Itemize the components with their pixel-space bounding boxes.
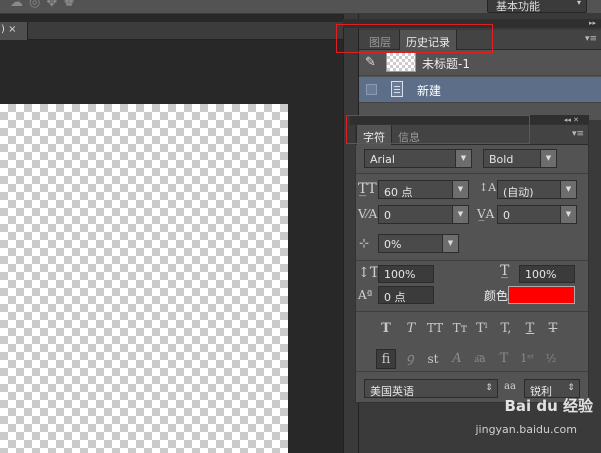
font-style-value: Bold: [489, 153, 514, 166]
document-tab-strip: [0, 22, 343, 40]
language-value: 美国英语: [370, 385, 414, 398]
panel-menu-icon[interactable]: ▾≡: [572, 129, 584, 139]
antialias-icon: aa: [504, 381, 516, 392]
font-size-value: 60 点: [384, 186, 413, 199]
divider: [356, 173, 588, 174]
underline-button[interactable]: T: [520, 321, 540, 336]
watermark-url: jingyan.baidu.com: [475, 423, 577, 436]
chevron-down-icon: ▼: [452, 181, 468, 198]
vertical-scale-input[interactable]: 100%: [378, 265, 434, 283]
leading-icon: ↕A: [479, 181, 497, 194]
chevron-down-icon: ▼: [560, 181, 576, 198]
faux-bold-button[interactable]: T: [376, 321, 396, 336]
font-size-icon: T̲T: [358, 181, 377, 197]
titling-alternates-button[interactable]: T: [494, 349, 514, 369]
chevron-down-icon: ▼: [540, 150, 556, 167]
font-size-dropdown[interactable]: 60 点 ▼: [378, 180, 469, 199]
swash-button[interactable]: A: [447, 349, 467, 369]
workspace-label: 基本功能: [496, 0, 540, 13]
highlight-character-tab: [346, 115, 530, 144]
kerning-value: 0: [384, 209, 391, 222]
text-color-swatch[interactable]: [508, 286, 575, 304]
updown-arrows-icon: ⇕: [481, 380, 497, 397]
tracking-value: 0: [503, 209, 510, 222]
subscript-button[interactable]: T,: [496, 321, 516, 336]
history-state-label: 新建: [417, 84, 442, 98]
watermark-logo: Bai du 经验: [504, 397, 593, 415]
divider: [356, 311, 588, 312]
stylistic-alternates-button[interactable]: a͞a: [470, 349, 490, 369]
tsume-value: 0%: [384, 238, 402, 251]
font-family-value: Arial: [370, 153, 395, 166]
chevron-down-icon: ▼: [560, 206, 576, 223]
baseline-shift-input[interactable]: 0 点: [378, 286, 434, 304]
document-icon: [391, 81, 403, 97]
tsume-dropdown[interactable]: 0% ▼: [378, 234, 459, 253]
character-panel: 字符 信息 ▾≡ Arial ▼ Bold ▼ T̲T 60 点 ▼ ↕A (自动) ▼…: [355, 124, 589, 403]
chevron-down-icon: ▾: [576, 0, 581, 7]
font-family-dropdown[interactable]: Arial ▼: [364, 149, 472, 168]
document-tab-close[interactable]: ) ×: [1, 24, 16, 35]
faux-italic-button[interactable]: T: [401, 321, 421, 336]
superscript-button[interactable]: Tˡ: [472, 321, 492, 336]
document-tab[interactable]: ) ×: [0, 22, 28, 40]
options-icons[interactable]: ☁◎✥♚: [10, 0, 81, 10]
ordinals-button[interactable]: 1ˢᵗ: [517, 349, 537, 369]
history-brush-icon[interactable]: ✎: [365, 55, 376, 70]
history-source-checkbox[interactable]: [366, 84, 377, 95]
history-snapshot-row[interactable]: ✎ 未标题-1: [359, 50, 601, 76]
workspace-dropdown[interactable]: 基本功能 ▾: [487, 0, 587, 13]
tsume-icon: ⊹: [359, 236, 370, 250]
font-style-dropdown[interactable]: Bold ▼: [483, 149, 557, 168]
language-dropdown[interactable]: 美国英语 ⇕: [364, 379, 498, 398]
transparent-canvas[interactable]: [0, 104, 288, 453]
baseline-shift-icon: Aª: [358, 288, 373, 302]
snapshot-label: 未标题-1: [422, 57, 470, 71]
chevron-down-icon: ▼: [455, 150, 471, 167]
leading-dropdown[interactable]: (自动) ▼: [497, 180, 577, 199]
divider: [356, 371, 588, 372]
kerning-dropdown[interactable]: 0 ▼: [378, 205, 469, 224]
fractions-button[interactable]: ½: [541, 349, 561, 369]
horizontal-scale-icon: T̲: [500, 263, 510, 279]
divider: [356, 260, 588, 261]
all-caps-button[interactable]: TT: [424, 321, 446, 335]
highlight-history-tab: [336, 24, 493, 53]
ligatures-button[interactable]: ﬁ: [376, 349, 396, 369]
chevron-down-icon: ▼: [452, 206, 468, 223]
tracking-dropdown[interactable]: 0 ▼: [497, 205, 577, 224]
horizontal-scale-input[interactable]: 100%: [519, 265, 575, 283]
snapshot-thumbnail: [386, 52, 416, 72]
vertical-scale-icon: ↕T: [358, 265, 380, 281]
kerning-icon: V⁄A: [358, 207, 378, 221]
leading-value: (自动): [503, 186, 534, 199]
history-state-row[interactable]: 新建: [359, 77, 601, 103]
discretionary-ligatures-button[interactable]: st: [423, 349, 443, 369]
contextual-alternates-button[interactable]: ꝯ: [400, 349, 420, 369]
tracking-icon: V̲A: [477, 207, 495, 221]
panel-menu-icon[interactable]: ▾≡: [585, 34, 597, 44]
chevron-down-icon: ▼: [442, 235, 458, 252]
strikethrough-button[interactable]: T: [543, 321, 563, 336]
small-caps-button[interactable]: Tт: [449, 321, 471, 335]
